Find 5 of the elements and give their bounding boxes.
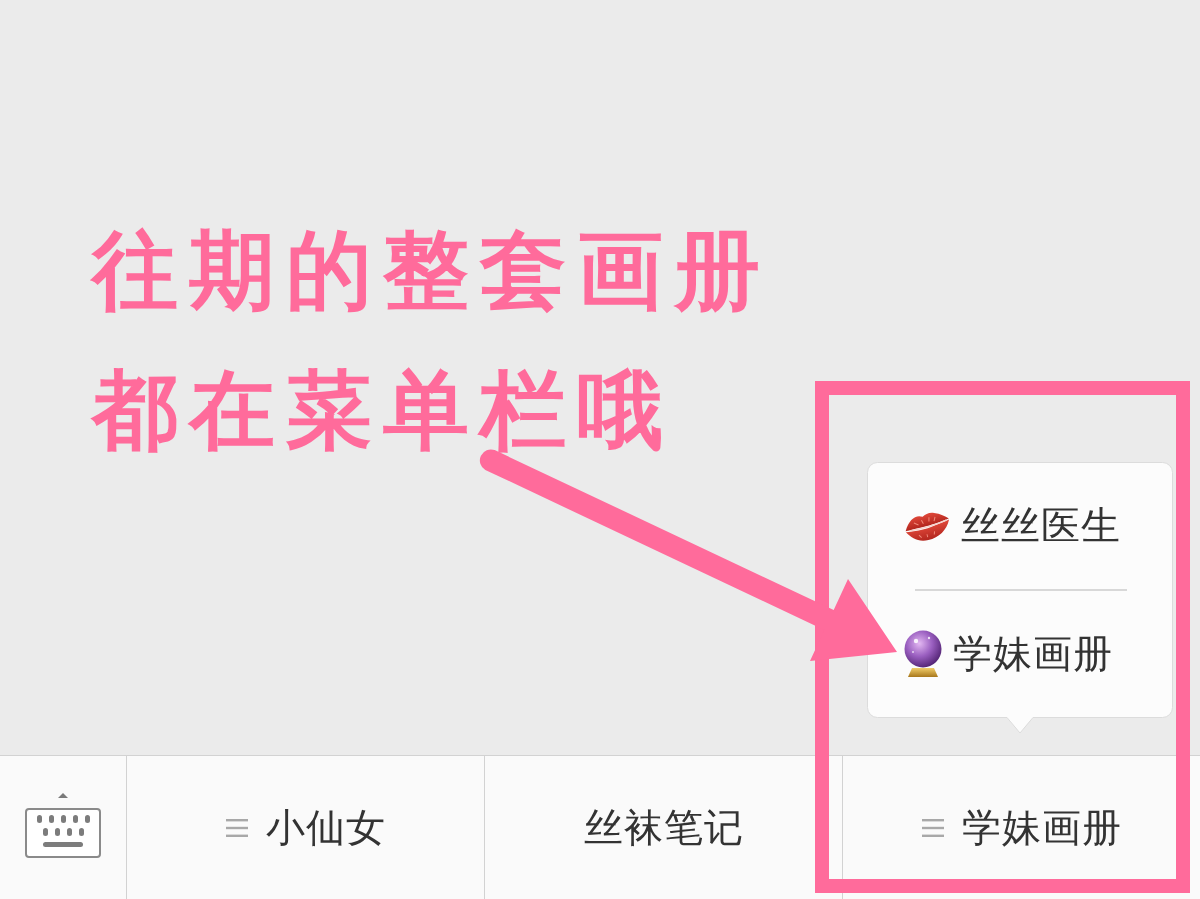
annotation-text: 都在菜单栏哦 [92,359,674,462]
crystal-ball-icon [903,630,943,678]
annotation-text: 往期的整套画册 [92,219,771,322]
menu-item[interactable]: 学妹画册 [867,590,1173,718]
menu-item[interactable]: 丝丝医生 [867,462,1173,589]
